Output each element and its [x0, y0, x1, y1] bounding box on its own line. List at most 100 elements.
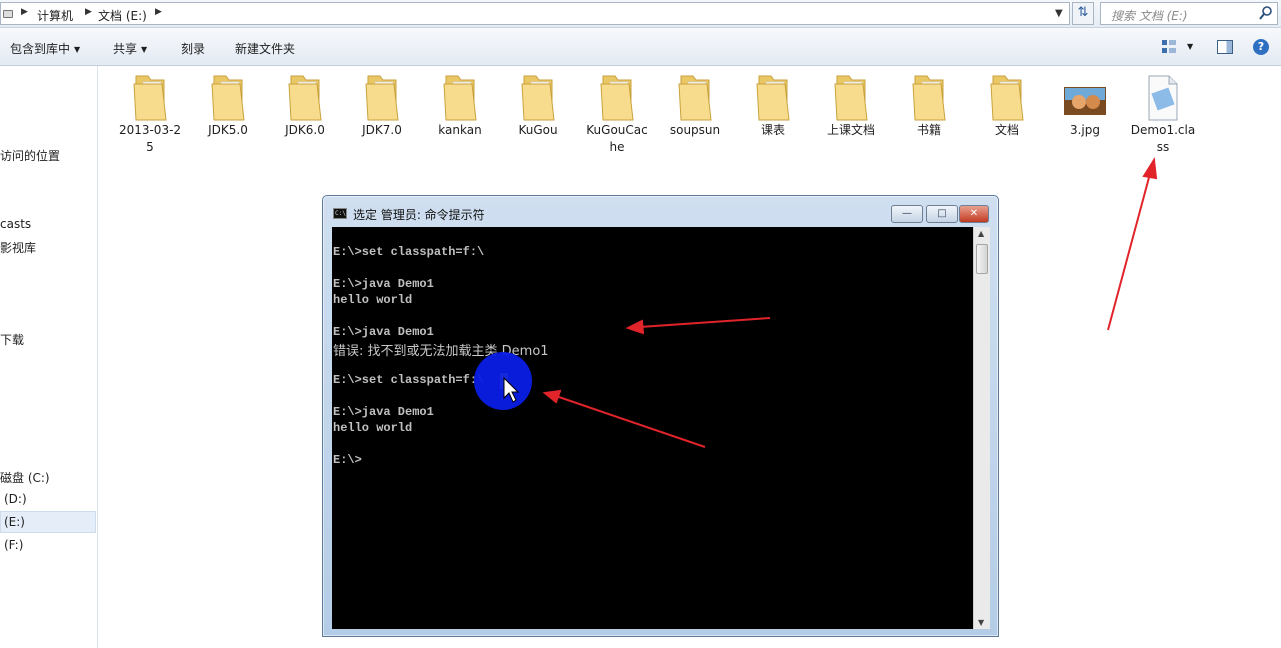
- file-label: 课表: [734, 122, 812, 139]
- chevron-right-icon[interactable]: ▶: [21, 7, 28, 17]
- breadcrumb-computer[interactable]: 计算机: [37, 7, 73, 24]
- folder-icon: [443, 75, 477, 121]
- share-button[interactable]: 共享 ▼: [113, 40, 147, 57]
- file-label: 上课文档: [812, 122, 890, 139]
- file-label-line: Demo1.cla: [1130, 123, 1196, 137]
- command-bar: 包含到库中 ▼ 共享 ▼ 刻录 新建文件夹 ▼ ?: [0, 28, 1281, 66]
- file-label-line: KuGou: [518, 123, 558, 137]
- file-label: KuGouCac he: [578, 122, 656, 156]
- refresh-button[interactable]: ⇅: [1072, 2, 1094, 25]
- file-item[interactable]: Demo1.cla ss: [1124, 72, 1202, 156]
- refresh-icon: ⇅: [1077, 5, 1089, 20]
- file-item[interactable]: KuGou: [499, 72, 577, 139]
- folder-icon: [912, 75, 946, 121]
- file-label-line: JDK7.0: [362, 123, 402, 137]
- nav-item-drive-c[interactable]: 磁盘 (C:): [0, 469, 50, 486]
- nav-item-drive-e[interactable]: (E:): [4, 515, 25, 529]
- folder-icon: [834, 75, 868, 121]
- console-line: E:\>java Demo1: [333, 277, 434, 291]
- chevron-right-icon[interactable]: ▶: [155, 7, 162, 17]
- maximize-button[interactable]: □: [926, 205, 958, 223]
- file-label: kankan: [421, 122, 499, 139]
- scroll-thumb[interactable]: [976, 244, 988, 274]
- file-item[interactable]: KuGouCac he: [578, 72, 656, 156]
- view-options-icon[interactable]: [1162, 40, 1176, 54]
- file-item[interactable]: 课表: [734, 72, 812, 139]
- cmd-window[interactable]: C:\ 选定 管理员: 命令提示符 — □ ✕ E:\>set classpat…: [322, 195, 999, 637]
- folder-icon: [990, 75, 1024, 121]
- minimize-button[interactable]: —: [891, 205, 923, 223]
- console-scrollbar[interactable]: ▲ ▼: [973, 227, 990, 629]
- file-label-line: KuGouCac: [586, 123, 648, 137]
- cmd-window-title: 选定 管理员: 命令提示符: [353, 208, 485, 222]
- folder-icon: [133, 75, 167, 121]
- file-label: 书籍: [890, 122, 968, 139]
- folder-icon: [600, 75, 634, 121]
- help-icon[interactable]: ?: [1253, 39, 1269, 55]
- navigation-pane: 访问的位置 casts 影视库 下载 磁盘 (C:) (D:) (E:) (F:…: [0, 66, 98, 648]
- breadcrumb-drive-e[interactable]: 文档 (E:): [98, 7, 147, 24]
- nav-item-drive-f[interactable]: (F:): [4, 538, 23, 552]
- view-dropdown-icon[interactable]: ▼: [1187, 42, 1193, 51]
- file-label: 3.jpg: [1046, 122, 1124, 139]
- file-item[interactable]: 3.jpg: [1046, 72, 1124, 139]
- file-label-line: 书籍: [916, 123, 941, 137]
- file-item[interactable]: 2013-03-2 5: [111, 72, 189, 156]
- caret-down-icon: ▼: [74, 45, 81, 54]
- close-button[interactable]: ✕: [959, 205, 989, 223]
- file-item[interactable]: kankan: [421, 72, 499, 139]
- burn-button[interactable]: 刻录: [181, 40, 205, 57]
- file-item[interactable]: JDK7.0: [343, 72, 421, 139]
- caret-down-icon: ▼: [141, 45, 148, 54]
- cmd-app-icon[interactable]: C:\: [333, 208, 347, 219]
- console-line: E:\>set classpath=f:\: [333, 373, 485, 387]
- file-label: soupsun: [656, 122, 734, 139]
- address-bar: ▶ 计算机 ▶ 文档 (E:) ▶ ▼ ⇅ 搜索 文档 (E:): [0, 0, 1281, 28]
- file-label: JDK7.0: [343, 122, 421, 139]
- console-output[interactable]: E:\>set classpath=f:\ E:\>java Demo1 hel…: [332, 227, 973, 629]
- explorer-window: ▶ 计算机 ▶ 文档 (E:) ▶ ▼ ⇅ 搜索 文档 (E:) 包含到库中 ▼ …: [0, 0, 1281, 648]
- folder-icon: [756, 75, 790, 121]
- file-label-line: ss: [1156, 140, 1170, 154]
- chevron-down-icon[interactable]: ▼: [1055, 8, 1063, 19]
- file-item[interactable]: JDK5.0: [189, 72, 267, 139]
- console-line: E:\>: [333, 453, 362, 467]
- nav-item-drive-d[interactable]: (D:): [4, 492, 27, 506]
- file-label-line: 2013-03-2: [118, 123, 182, 137]
- nav-item-podcasts[interactable]: casts: [0, 217, 31, 231]
- computer-icon: [3, 10, 13, 18]
- nav-item-recent-places[interactable]: 访问的位置: [0, 147, 60, 164]
- file-item[interactable]: soupsun: [656, 72, 734, 139]
- folder-icon: [365, 75, 399, 121]
- file-item[interactable]: 书籍: [890, 72, 968, 139]
- file-item[interactable]: 上课文档: [812, 72, 890, 139]
- nav-item-videos[interactable]: 影视库: [0, 239, 36, 256]
- scroll-down-icon[interactable]: ▼: [978, 618, 984, 627]
- preview-pane-icon[interactable]: [1217, 40, 1233, 54]
- address-field[interactable]: ▶ 计算机 ▶ 文档 (E:) ▶ ▼: [0, 2, 1070, 25]
- file-label-line: JDK6.0: [285, 123, 325, 137]
- file-label-line: 文档: [994, 123, 1019, 137]
- file-label: JDK5.0: [189, 122, 267, 139]
- nav-item-downloads[interactable]: 下载: [0, 331, 24, 348]
- file-label: JDK6.0: [266, 122, 344, 139]
- file-label-line: 3.jpg: [1069, 123, 1101, 137]
- file-item[interactable]: JDK6.0: [266, 72, 344, 139]
- file-item[interactable]: 文档: [968, 72, 1046, 139]
- new-folder-button[interactable]: 新建文件夹: [235, 40, 295, 57]
- file-label-line: kankan: [438, 123, 482, 137]
- console-line: E:\>set classpath=f:\: [333, 245, 485, 259]
- search-input[interactable]: 搜索 文档 (E:): [1100, 2, 1278, 25]
- console-line: E:\>java Demo1: [333, 405, 434, 419]
- file-label: 2013-03-2 5: [111, 122, 189, 156]
- scroll-up-icon[interactable]: ▲: [978, 229, 984, 238]
- file-label-line: he: [609, 140, 625, 154]
- chevron-right-icon[interactable]: ▶: [85, 7, 92, 17]
- file-label: KuGou: [499, 122, 577, 139]
- include-in-library-button[interactable]: 包含到库中 ▼: [10, 40, 80, 57]
- folder-icon: [211, 75, 245, 121]
- file-label-line: JDK5.0: [208, 123, 248, 137]
- search-icon[interactable]: [1259, 5, 1273, 21]
- console-line: E:\>java Demo1: [333, 325, 434, 339]
- file-label: 文档: [968, 122, 1046, 139]
